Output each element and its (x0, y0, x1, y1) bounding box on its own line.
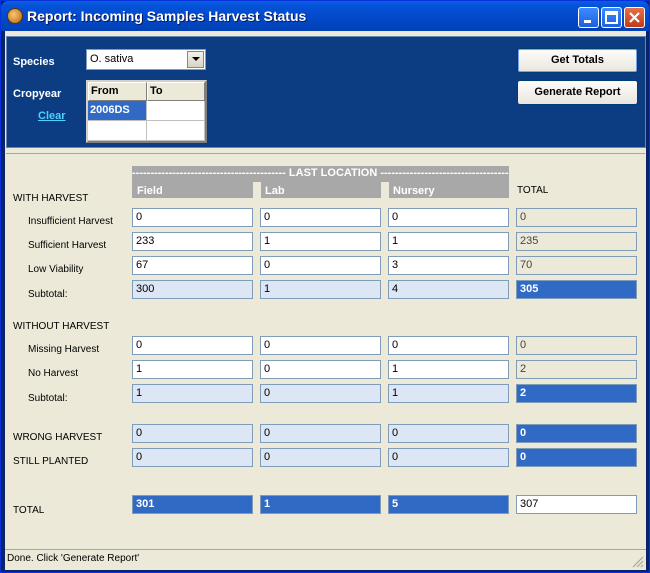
subtotal-field: 1 (388, 384, 509, 403)
species-label: Species (13, 56, 55, 68)
total-field: 0 (516, 336, 637, 355)
species-value: O. sativa (90, 53, 134, 65)
row-label: Insufficient Harvest (28, 216, 113, 227)
column-header-total: TOTAL (517, 185, 549, 196)
section-without-harvest: WITHOUT HARVEST (13, 321, 110, 332)
status-bar: Done. Click 'Generate Report' (5, 549, 646, 570)
total-field: 70 (516, 256, 637, 275)
column-gap (381, 182, 389, 198)
column-header-lab: Lab (265, 185, 285, 197)
subtotal-field: 0 (260, 384, 381, 403)
close-icon (629, 12, 640, 23)
title-bar[interactable]: Report: Incoming Samples Harvest Status (1, 1, 649, 31)
value-field[interactable]: 1 (388, 232, 509, 251)
subtotal-field: 4 (388, 280, 509, 299)
species-dropdown-button[interactable] (187, 51, 204, 68)
grid-header-to[interactable]: To (147, 82, 205, 101)
maximize-icon (605, 11, 618, 24)
close-button[interactable] (624, 7, 645, 28)
row-label: Subtotal: (28, 289, 68, 300)
column-header-field: Field (137, 185, 163, 197)
species-select[interactable]: O. sativa (86, 49, 206, 70)
row-label: STILL PLANTED (13, 456, 89, 467)
total-field: 0 (516, 424, 637, 443)
grid-cell-to[interactable] (147, 121, 205, 141)
value-field: 0 (260, 448, 381, 467)
filter-panel: Species O. sativa Cropyear Clear From To… (6, 36, 646, 148)
window-title: Report: Incoming Samples Harvest Status (27, 8, 307, 24)
value-field[interactable]: 0 (132, 336, 253, 355)
value-field: 0 (388, 424, 509, 443)
value-field[interactable]: 0 (260, 336, 381, 355)
value-field[interactable]: 233 (132, 232, 253, 251)
value-field: 0 (388, 448, 509, 467)
value-field[interactable]: 0 (388, 336, 509, 355)
value-field[interactable]: 1 (388, 360, 509, 379)
maximize-button[interactable] (601, 7, 622, 28)
value-field: 0 (132, 448, 253, 467)
column-header-nursery: Nursery (393, 185, 435, 197)
row-label: WRONG HARVEST (13, 432, 103, 443)
value-field[interactable]: 0 (132, 208, 253, 227)
chevron-down-icon (192, 57, 200, 61)
client-area: Species O. sativa Cropyear Clear From To… (5, 31, 646, 570)
grid-cell-to[interactable] (147, 101, 205, 121)
total-field: 235 (516, 232, 637, 251)
total-field: 0 (516, 208, 637, 227)
report-window: Report: Incoming Samples Harvest Status … (0, 0, 650, 573)
subtotal-total-field: 305 (516, 280, 637, 299)
value-field[interactable]: 0 (260, 208, 381, 227)
total-field: 0 (516, 448, 637, 467)
row-label: Sufficient Harvest (28, 240, 107, 251)
grid-cell-from[interactable] (88, 121, 147, 141)
subtotal-field: 300 (132, 280, 253, 299)
divider (6, 153, 645, 154)
row-label: No Harvest (28, 368, 79, 379)
subtotal-total-field: 2 (516, 384, 637, 403)
clear-link[interactable]: Clear (38, 110, 66, 122)
get-totals-button[interactable]: Get Totals (517, 48, 638, 73)
grand-total-field: 5 (388, 495, 509, 514)
row-label: TOTAL (13, 505, 45, 516)
row-label: Low Viability (28, 264, 84, 275)
section-with-harvest: WITH HARVEST (13, 193, 89, 204)
value-field[interactable]: 1 (132, 360, 253, 379)
value-field[interactable]: 0 (260, 360, 381, 379)
cropyear-grid[interactable]: From To 2006DS (86, 80, 207, 143)
cropyear-label: Cropyear (13, 88, 62, 100)
value-field[interactable]: 1 (260, 232, 381, 251)
app-icon (7, 8, 23, 24)
grand-total-field: 301 (132, 495, 253, 514)
minimize-button[interactable] (578, 7, 599, 28)
subtotal-field: 1 (132, 384, 253, 403)
value-field: 0 (132, 424, 253, 443)
status-text: Done. Click 'Generate Report' (7, 553, 140, 564)
resize-grip-icon[interactable] (632, 556, 644, 568)
total-field: 2 (516, 360, 637, 379)
generate-report-button[interactable]: Generate Report (517, 80, 638, 105)
subtotal-field: 1 (260, 280, 381, 299)
column-gap (253, 182, 261, 198)
grand-total-field: 1 (260, 495, 381, 514)
value-field[interactable]: 0 (388, 208, 509, 227)
row-label: Subtotal: (28, 393, 68, 404)
value-field[interactable]: 0 (260, 256, 381, 275)
last-location-title: ----------------------------------------… (132, 167, 509, 179)
value-field[interactable]: 67 (132, 256, 253, 275)
value-field[interactable]: 3 (388, 256, 509, 275)
value-field: 0 (260, 424, 381, 443)
grid-cell-from[interactable]: 2006DS (88, 101, 147, 121)
minimize-icon (584, 20, 591, 23)
grid-header-from[interactable]: From (88, 82, 147, 101)
grand-total-overall-field: 307 (516, 495, 637, 514)
row-label: Missing Harvest (28, 344, 100, 355)
